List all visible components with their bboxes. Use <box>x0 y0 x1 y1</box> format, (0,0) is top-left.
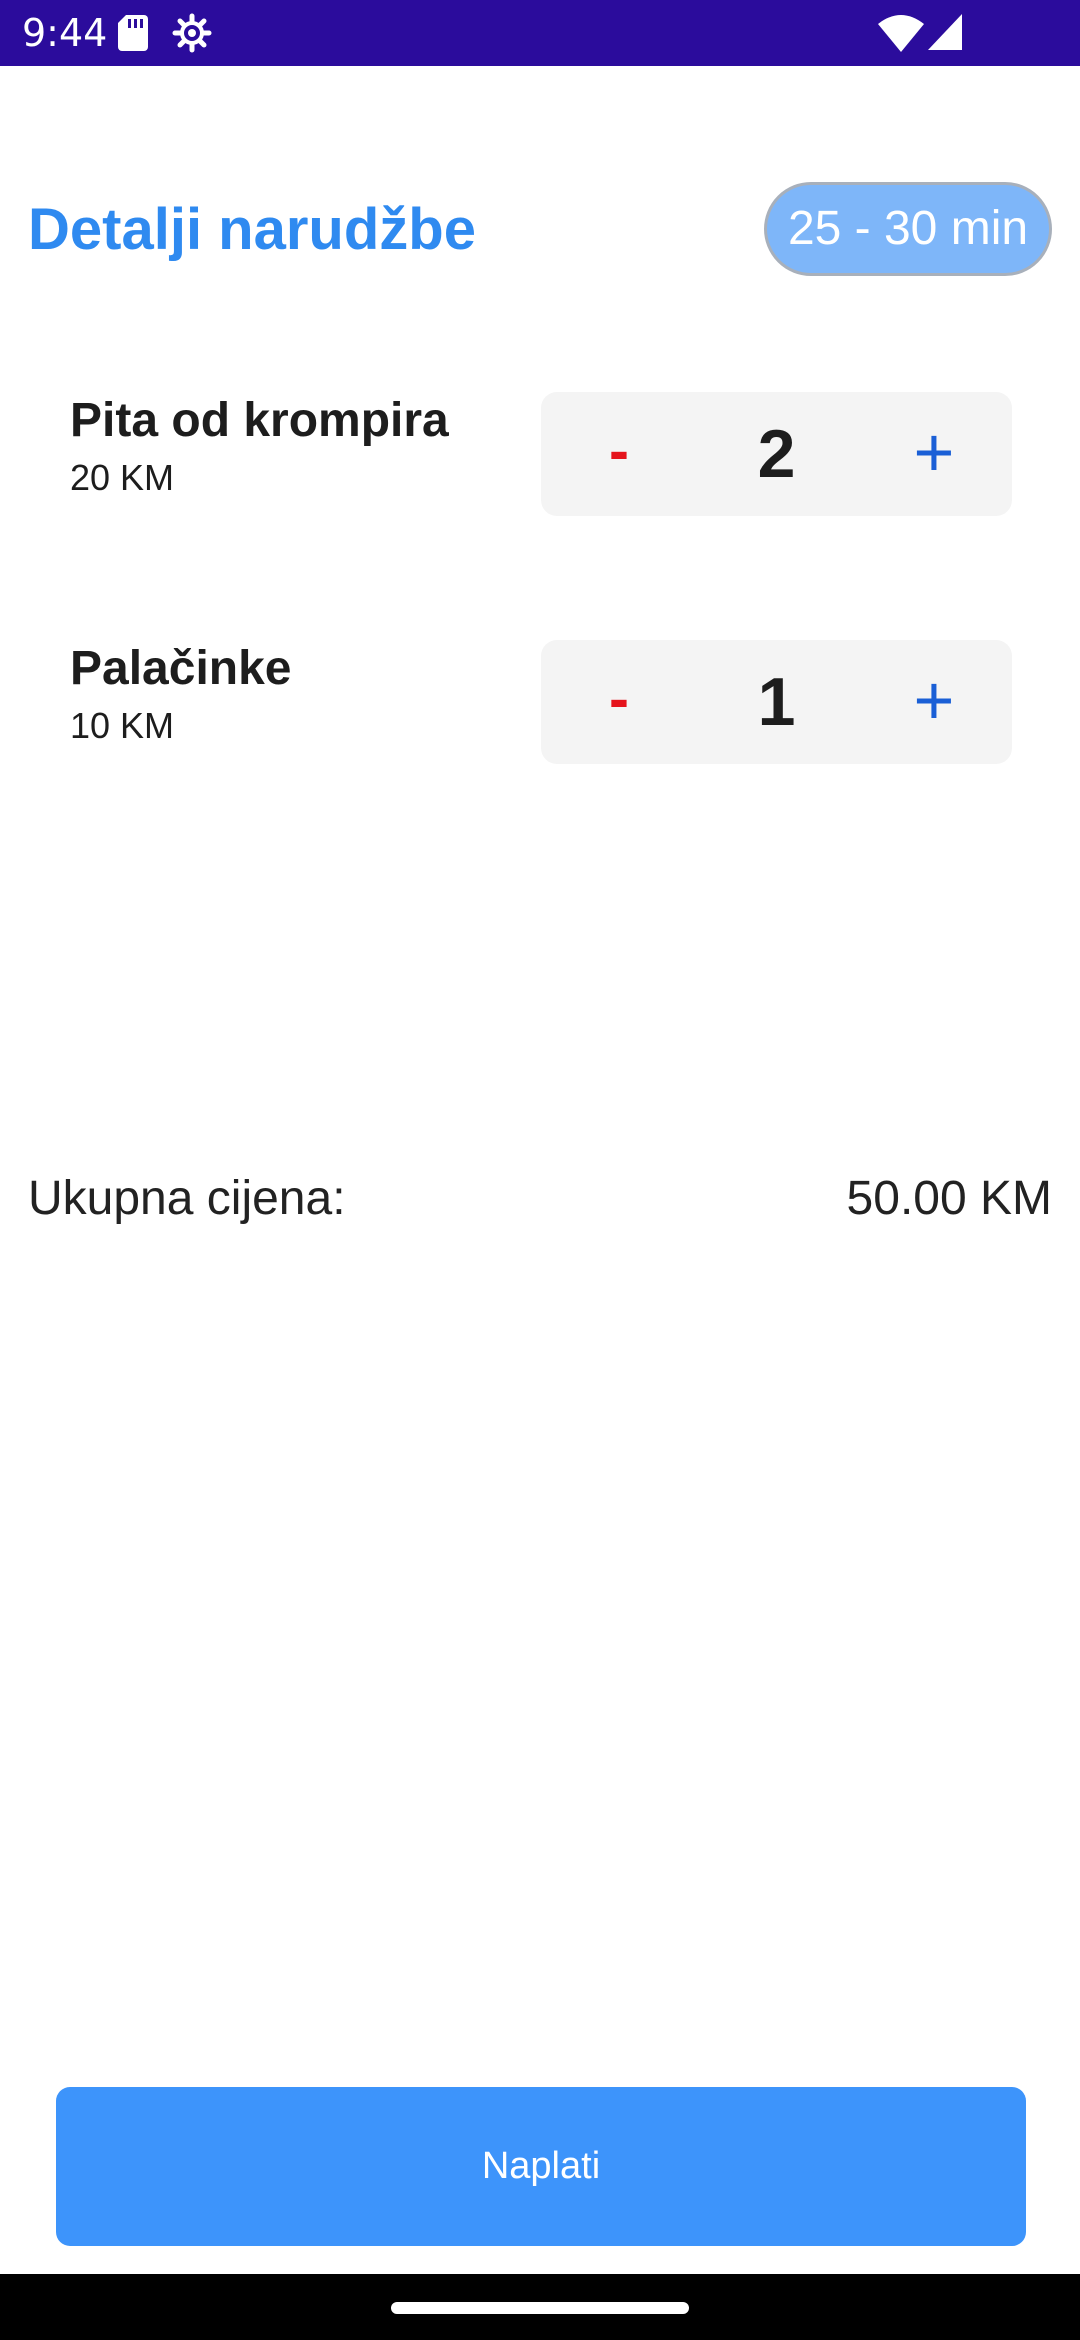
item-price: 20 KM <box>70 457 175 498</box>
quantity-stepper: - 2 + <box>541 392 1012 516</box>
item-price: 10 KM <box>70 705 175 746</box>
home-indicator[interactable] <box>391 2302 689 2314</box>
page-title: Detalji narudžbe <box>28 197 476 262</box>
settings-gear-icon <box>172 13 212 53</box>
item-name: Pita od krompira <box>70 394 449 447</box>
status-bar: 9:44 <box>0 0 1080 66</box>
decrease-quantity-button[interactable]: - <box>541 392 697 516</box>
increase-quantity-button[interactable]: + <box>856 640 1012 764</box>
status-time: 9:44 <box>22 11 108 55</box>
total-price-value: 50.00 KM <box>846 1172 1052 1225</box>
cell-signal-icon <box>928 14 962 50</box>
quantity-stepper: - 1 + <box>541 640 1012 764</box>
wifi-icon <box>878 15 924 52</box>
delivery-time-badge: 25 - 30 min <box>764 182 1052 276</box>
increase-quantity-button[interactable]: + <box>856 392 1012 516</box>
decrease-quantity-button[interactable]: - <box>541 640 697 764</box>
order-item: Palačinke 10 KM - 1 + <box>0 636 1080 766</box>
total-price-label: Ukupna cijena: <box>28 1172 346 1225</box>
order-details-screen: 9:44 Detalji narudžbe 25 - 30 min Pita o… <box>0 0 1080 2340</box>
pay-button[interactable]: Naplati <box>56 2087 1026 2246</box>
quantity-value: 1 <box>757 664 796 740</box>
order-item: Pita od krompira 20 KM - 2 + <box>0 388 1080 518</box>
item-name: Palačinke <box>70 642 292 695</box>
sd-card-icon <box>118 15 148 51</box>
quantity-value: 2 <box>757 416 796 492</box>
